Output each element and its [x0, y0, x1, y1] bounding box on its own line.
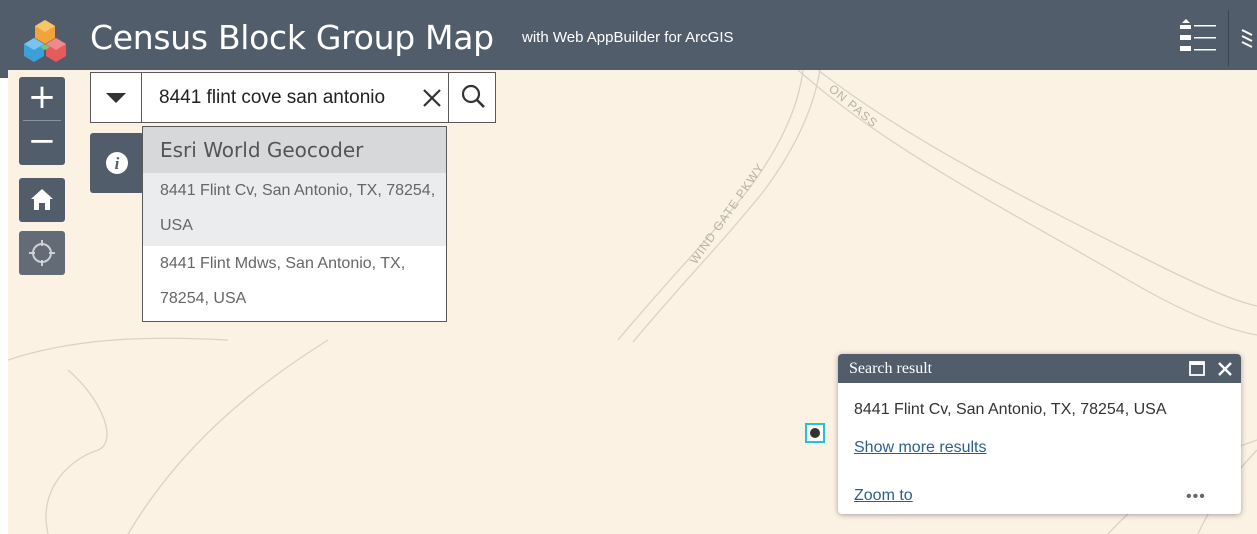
- menu-list-icon[interactable]: [1176, 18, 1220, 60]
- header-divider: [1228, 10, 1229, 66]
- app-subtitle: with Web AppBuilder for ArcGIS: [522, 29, 734, 46]
- zoom-to-link[interactable]: Zoom to: [854, 486, 913, 506]
- marker-dot: [810, 428, 820, 438]
- search-button[interactable]: [448, 73, 497, 122]
- locate-button[interactable]: [19, 231, 65, 275]
- home-button[interactable]: [19, 178, 65, 222]
- info-icon: i: [106, 152, 128, 174]
- street-label: ON PASS: [826, 82, 881, 131]
- app-title: Census Block Group Map: [90, 18, 494, 57]
- more-icon[interactable]: [1238, 18, 1257, 60]
- search-input[interactable]: 8441 flint cove san antonio: [159, 85, 415, 111]
- search-result-popup: Search result 8441 Flint Cv, San Antonio…: [838, 354, 1241, 514]
- search-source-dropdown[interactable]: [91, 73, 142, 122]
- show-more-results-link[interactable]: Show more results: [854, 438, 987, 458]
- suggestion-item[interactable]: 8441 Flint Mdws, San Antonio, TX, 78254,…: [143, 246, 446, 319]
- suggestion-source-label: Esri World Geocoder: [160, 138, 364, 162]
- suggestion-source-header: Esri World Geocoder: [143, 127, 446, 173]
- app-logo-icon: [24, 20, 66, 62]
- popup-header: Search result: [838, 354, 1241, 383]
- suggestion-item[interactable]: 8441 Flint Cv, San Antonio, TX, 78254, U…: [143, 173, 446, 246]
- zoom-out-button[interactable]: −: [19, 121, 65, 164]
- app-header: Census Block Group Map with Web AppBuild…: [0, 0, 1257, 78]
- info-button[interactable]: i: [90, 133, 144, 193]
- search-icon: [461, 84, 485, 108]
- popup-title: Search result: [849, 360, 933, 377]
- zoom-control: + −: [19, 77, 65, 165]
- search-box: 8441 flint cove san antonio: [90, 72, 496, 123]
- close-icon[interactable]: [417, 83, 447, 113]
- locate-icon: [29, 240, 55, 266]
- search-suggestions: Esri World Geocoder 8441 Flint Cv, San A…: [142, 126, 447, 322]
- popup-address: 8441 Flint Cv, San Antonio, TX, 78254, U…: [854, 401, 1167, 418]
- street-label: WIND GATE PKWY: [687, 161, 767, 267]
- close-icon[interactable]: [1215, 359, 1235, 379]
- popup-menu-button[interactable]: •••: [1186, 488, 1216, 505]
- zoom-in-button[interactable]: +: [19, 77, 65, 120]
- svg-text:i: i: [115, 154, 120, 173]
- home-icon: [31, 189, 53, 210]
- result-marker[interactable]: [805, 423, 825, 443]
- chevron-down-icon: [106, 93, 126, 103]
- maximize-icon[interactable]: [1189, 361, 1205, 376]
